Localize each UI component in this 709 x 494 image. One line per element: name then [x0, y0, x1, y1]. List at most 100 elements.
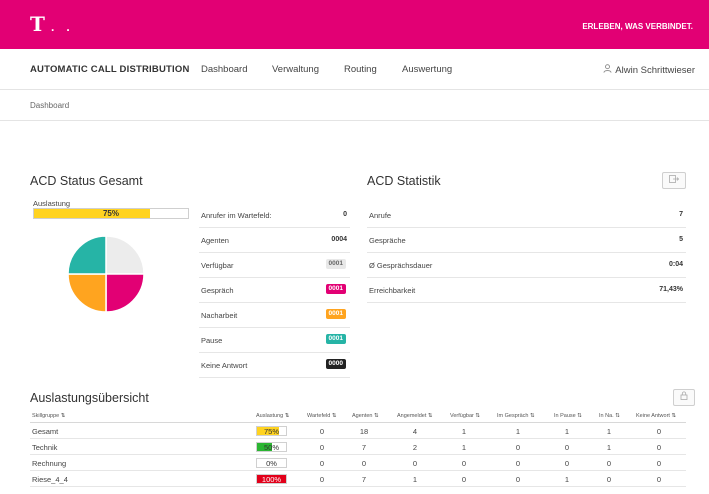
status-row-nacharbeit: Nacharbeit 0001 — [199, 303, 350, 328]
nav-item-auswertung[interactable]: Auswertung — [402, 64, 452, 75]
status-row-agenten: Agenten 0004 — [199, 228, 350, 253]
table-cell: 1 — [606, 443, 612, 452]
skillgruppe-name: Gesamt — [32, 427, 59, 436]
utilization-text: 100% — [261, 475, 282, 484]
col-keine-antwort[interactable]: Keine Antwort ⇅ — [636, 413, 676, 419]
status-label: Nacharbeit — [201, 311, 238, 320]
user-icon — [603, 64, 612, 75]
status-badge: 0001 — [325, 259, 346, 269]
table-cell: 0 — [606, 475, 612, 484]
col-in-na[interactable]: In Na. ⇅ — [599, 413, 620, 419]
table-cell: 1 — [461, 427, 467, 436]
table-row[interactable]: Technik 50% 0 7 2 1 0 0 1 0 — [30, 439, 686, 455]
stat-row-anrufe: Anrufe 7 — [367, 203, 686, 228]
table-cell: 0 — [656, 475, 662, 484]
stat-value: 7 — [679, 211, 683, 218]
col-wartefeld[interactable]: Wartefeld ⇅ — [307, 413, 336, 419]
stat-label: Erreichbarkeit — [369, 286, 416, 295]
stat-value: 5 — [679, 236, 683, 243]
stat-row-gespraechsdauer: Ø Gesprächsdauer 0:04 — [367, 253, 686, 278]
table-cell: 0 — [515, 459, 521, 468]
status-label: Anrufer im Wartefeld: — [201, 211, 272, 220]
utilization-badge: 100% — [256, 474, 287, 484]
skillgruppe-name: Rechnung — [32, 459, 67, 468]
table-cell: 0 — [319, 427, 325, 436]
status-row-wartefeld: Anrufer im Wartefeld: 0 — [199, 203, 350, 228]
acd-status-title: ACD Status Gesamt — [30, 174, 143, 188]
nav-item-dashboard[interactable]: Dashboard — [201, 64, 247, 75]
table-row[interactable]: Gesamt 75% 0 18 4 1 1 1 1 0 — [30, 423, 686, 439]
table-cell: 0 — [515, 443, 521, 452]
table-cell: 0 — [564, 459, 570, 468]
table-cell: 4 — [412, 427, 418, 436]
table-header: Skillgruppe ⇅ Auslastung ⇅ Wartefeld ⇅ A… — [30, 405, 686, 423]
col-angemeldet[interactable]: Angemeldet ⇅ — [397, 413, 433, 419]
table-cell: 0 — [656, 427, 662, 436]
stat-value: 71,43% — [659, 286, 683, 293]
acd-statistik-title: ACD Statistik — [367, 174, 441, 188]
table-cell: 0 — [361, 459, 367, 468]
lock-button[interactable] — [673, 389, 695, 406]
stat-label: Gespräche — [369, 236, 406, 245]
table-cell: 1 — [461, 443, 467, 452]
table-cell: 2 — [412, 443, 418, 452]
table-cell: 0 — [564, 443, 570, 452]
lock-icon — [680, 391, 688, 402]
nav-item-routing[interactable]: Routing — [344, 64, 377, 75]
utilization-badge: 0% — [256, 458, 287, 468]
skillgruppe-name: Riese_4_4 — [32, 475, 68, 484]
table-cell: 1 — [606, 427, 612, 436]
table-row[interactable]: Rechnung 0% 0 0 0 0 0 0 0 0 — [30, 455, 686, 471]
table-cell: 0 — [606, 459, 612, 468]
table-cell: 0 — [656, 443, 662, 452]
status-label: Verfügbar — [201, 261, 234, 270]
col-agenten[interactable]: Agenten ⇅ — [352, 413, 379, 419]
status-label: Gespräch — [201, 286, 234, 295]
pie-slice — [67, 235, 107, 275]
status-label: Agenten — [201, 236, 229, 245]
status-value: 0004 — [331, 236, 347, 243]
table-cell: 0 — [656, 459, 662, 468]
export-button[interactable] — [662, 172, 686, 189]
table-cell: 1 — [564, 475, 570, 484]
table-cell: 0 — [319, 475, 325, 484]
pie-slice — [105, 273, 145, 313]
export-icon — [669, 175, 680, 185]
table-cell: 1 — [564, 427, 570, 436]
user-name: Alwin Schrittwieser — [615, 65, 695, 76]
status-label: Pause — [201, 336, 223, 345]
status-row-keine-antwort: Keine Antwort 0000 — [199, 353, 350, 378]
status-badge: 0001 — [325, 309, 346, 319]
app-title[interactable]: AUTOMATIC CALL DISTRIBUTION — [30, 64, 190, 75]
utilization-text: 75% — [263, 427, 279, 436]
breadcrumb-current[interactable]: Dashboard — [30, 101, 69, 110]
utilization-badge: 50% — [256, 442, 287, 452]
col-in-pause[interactable]: In Pause ⇅ — [554, 413, 582, 419]
status-badge: 0001 — [325, 334, 346, 344]
table-cell: 0 — [461, 475, 467, 484]
pie-slice — [105, 235, 145, 275]
col-skillgruppe[interactable]: Skillgruppe ⇅ — [32, 413, 65, 419]
telekom-logo[interactable]: T — [30, 12, 47, 36]
nav-item-verwaltung[interactable]: Verwaltung — [272, 64, 319, 75]
col-auslastung[interactable]: Auslastung ⇅ — [256, 413, 289, 419]
table-cell: 0 — [515, 475, 521, 484]
col-verfuegbar[interactable]: Verfügbar ⇅ — [450, 413, 480, 419]
status-row-verfuegbar: Verfügbar 0001 — [199, 253, 350, 278]
col-im-gespraech[interactable]: Im Gespräch ⇅ — [497, 413, 535, 419]
user-menu[interactable]: Alwin Schrittwieser — [603, 64, 695, 76]
table-cell: 1 — [515, 427, 521, 436]
skillgruppe-name: Technik — [32, 443, 58, 452]
status-pie-chart — [67, 235, 145, 313]
table-cell: 7 — [361, 475, 367, 484]
pie-slice — [67, 273, 107, 313]
table-row[interactable]: Riese_4_4 100% 0 7 1 0 0 1 0 0 — [30, 471, 686, 487]
table-cell: 0 — [319, 459, 325, 468]
logo-dots: · · — [51, 23, 75, 37]
utilization-text: 75% — [102, 209, 119, 218]
table-cell: 0 — [461, 459, 467, 468]
utilization-text: 50% — [263, 443, 279, 452]
table-cell: 0 — [319, 443, 325, 452]
table-cell: 18 — [359, 427, 369, 436]
breadcrumb: Dashboard — [0, 90, 709, 121]
